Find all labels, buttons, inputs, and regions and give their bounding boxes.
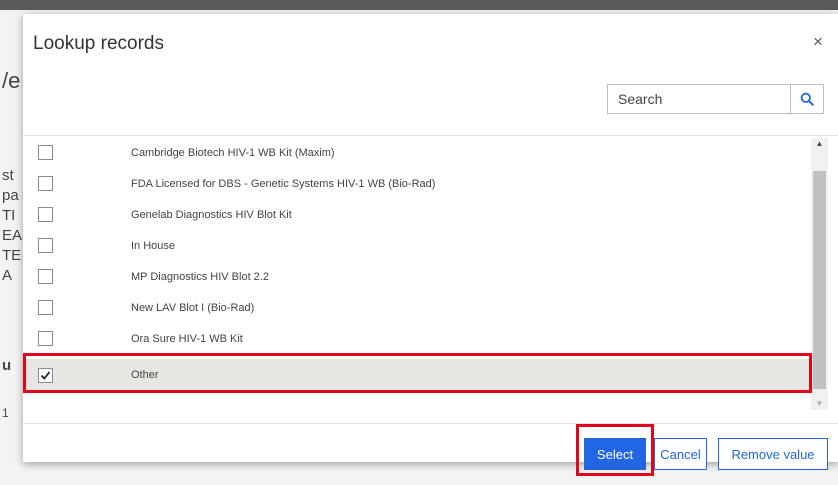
background-text: TI [2, 207, 16, 224]
record-checkbox-checked[interactable] [38, 368, 53, 383]
record-label: New LAV Blot I (Bio-Rad) [131, 302, 255, 314]
record-checkbox[interactable] [38, 145, 53, 160]
divider [23, 135, 838, 136]
record-label: MP Diagnostics HIV Blot 2.2 [131, 271, 269, 283]
search-button[interactable] [790, 84, 824, 114]
record-row[interactable]: In House [23, 231, 813, 262]
record-row[interactable]: Cambridge Biotech HIV-1 WB Kit (Maxim) [23, 138, 813, 169]
background-text: 1 [2, 406, 9, 420]
records-list: Cambridge Biotech HIV-1 WB Kit (Maxim) F… [23, 138, 838, 410]
checkmark-icon [40, 371, 51, 380]
record-row[interactable]: Ora Sure HIV-1 WB Kit [23, 324, 813, 355]
record-checkbox[interactable] [38, 269, 53, 284]
background-text: pa [2, 187, 19, 204]
background-text: st [2, 167, 14, 184]
background-text: A [2, 267, 13, 284]
record-label: Cambridge Biotech HIV-1 WB Kit (Maxim) [131, 147, 335, 159]
background-text: /e [2, 68, 21, 93]
dialog-title: Lookup records [33, 33, 164, 54]
record-label: Other [131, 369, 159, 381]
record-row[interactable]: FDA Licensed for DBS - Genetic Systems H… [23, 169, 813, 200]
divider [23, 423, 838, 424]
cancel-button[interactable]: Cancel [654, 438, 707, 470]
lookup-records-dialog: Lookup records × Cambridge Biotech HIV-1… [23, 14, 838, 476]
select-button[interactable]: Select [584, 438, 646, 470]
record-row[interactable]: MP Diagnostics HIV Blot 2.2 [23, 262, 813, 293]
scroll-up-arrow-icon[interactable]: ▲ [811, 138, 828, 150]
background-text: EA [2, 227, 23, 244]
record-label: Genelab Diagnostics HIV Blot Kit [131, 209, 292, 221]
record-label: In House [131, 240, 176, 252]
scrollbar-thumb[interactable] [813, 171, 826, 389]
background-text: TE [2, 247, 22, 264]
close-icon[interactable]: × [810, 33, 826, 50]
record-checkbox[interactable] [38, 331, 53, 346]
record-label: Ora Sure HIV-1 WB Kit [131, 333, 243, 345]
search-box [607, 84, 825, 116]
record-row[interactable]: New LAV Blot I (Bio-Rad) [23, 293, 813, 324]
record-row[interactable]: Genelab Diagnostics HIV Blot Kit [23, 200, 813, 231]
background-text: u [2, 357, 12, 374]
search-icon [800, 92, 814, 106]
record-label: FDA Licensed for DBS - Genetic Systems H… [131, 178, 436, 190]
list-scrollbar[interactable]: ▲ ▼ [811, 138, 828, 410]
record-row-selected[interactable]: Other [23, 359, 813, 392]
scroll-down-arrow-icon[interactable]: ▼ [811, 398, 828, 410]
record-checkbox[interactable] [38, 300, 53, 315]
record-checkbox[interactable] [38, 207, 53, 222]
search-input[interactable] [607, 84, 790, 114]
record-checkbox[interactable] [38, 238, 53, 253]
record-checkbox[interactable] [38, 176, 53, 191]
remove-value-button[interactable]: Remove value [718, 438, 828, 470]
